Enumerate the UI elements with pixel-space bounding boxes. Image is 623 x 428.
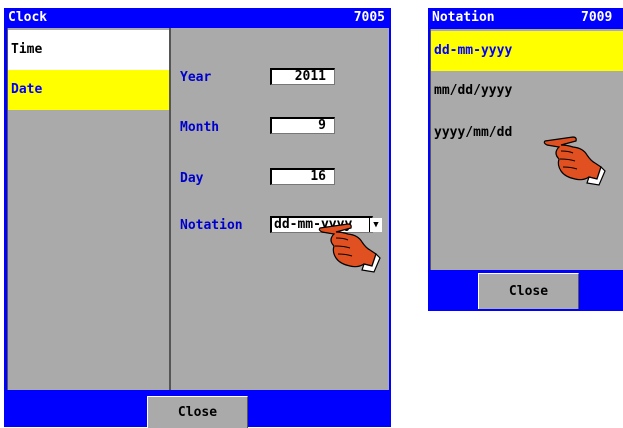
day-field[interactable]: 16 <box>270 168 335 185</box>
month-field[interactable]: 9 <box>270 117 335 134</box>
clock-close-button[interactable]: Close <box>147 396 248 428</box>
notation-option-mm-dd-yyyy[interactable]: mm/dd/yyyy <box>431 71 623 111</box>
notation-window: Notation 7009 dd-mm-yyyy mm/dd/yyyy yyyy… <box>428 8 623 311</box>
notation-options-panel: dd-mm-yyyy mm/dd/yyyy yyyy/mm/dd <box>430 29 623 270</box>
notation-title: Notation <box>432 10 495 25</box>
hand-pointer-icon <box>318 223 381 273</box>
clock-code: 7005 <box>353 10 385 25</box>
sidebar-item-date[interactable]: Date <box>8 70 169 110</box>
clock-body: Time Date Year 2011 Month 9 Day 16 Notat… <box>7 28 389 391</box>
clock-titlebar: Clock 7005 <box>4 8 391 28</box>
notation-option-dd-mm-yyyy[interactable]: dd-mm-yyyy <box>431 31 623 71</box>
clock-footer: Close <box>4 390 391 428</box>
sidebar: Time Date <box>8 28 171 390</box>
notation-code: 7009 <box>581 10 613 25</box>
sidebar-item-time[interactable]: Time <box>8 30 169 70</box>
notation-label: Notation <box>180 218 243 233</box>
year-field[interactable]: 2011 <box>270 68 335 85</box>
hand-pointer-icon <box>543 136 606 186</box>
clock-window: Clock 7005 Time Date Year 2011 Month 9 D… <box>4 8 391 428</box>
month-label: Month <box>180 120 220 135</box>
clock-title: Clock <box>8 10 48 25</box>
day-label: Day <box>180 171 204 186</box>
notation-close-button[interactable]: Close <box>478 273 579 309</box>
year-label: Year <box>180 70 212 85</box>
